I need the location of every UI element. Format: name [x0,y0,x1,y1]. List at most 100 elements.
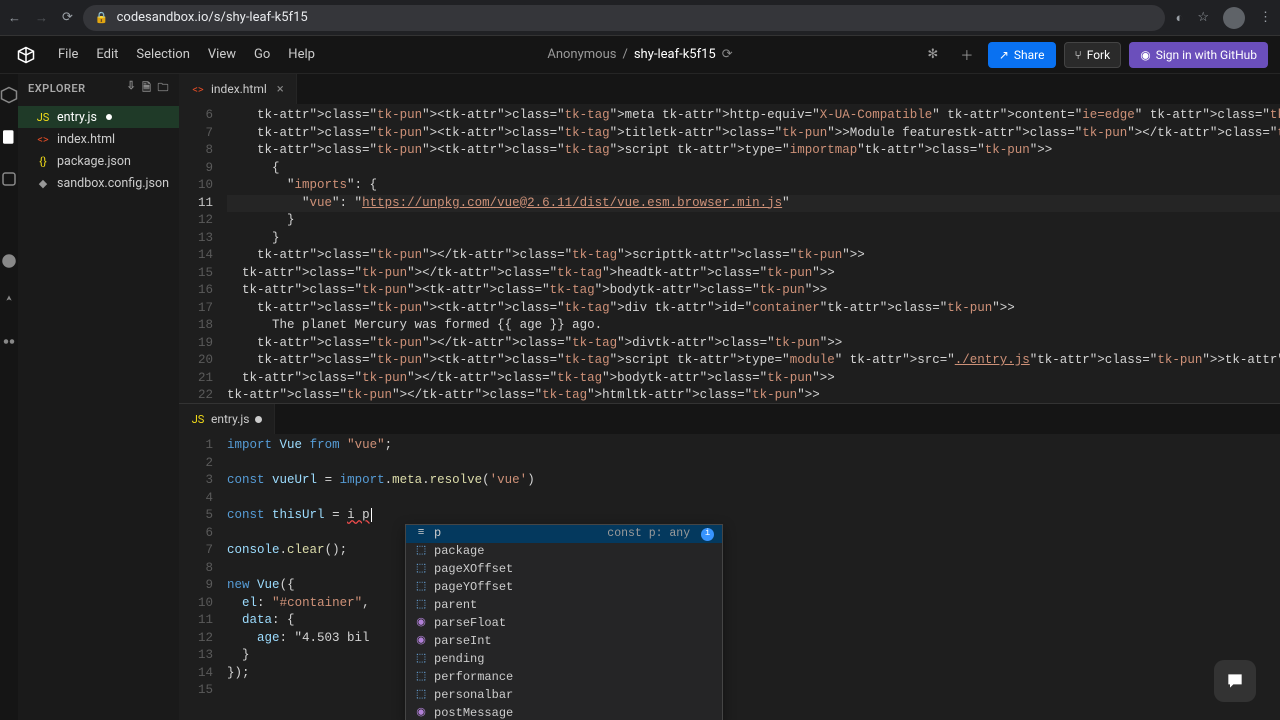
ab-live-icon[interactable] [0,334,18,356]
main-area: EXPLORER ⇩ 🗎 🗀 JSentry.js<>index.html{}p… [0,74,1280,720]
share-button[interactable]: ↗ Share [988,42,1056,68]
github-icon: ◉ [1140,48,1150,62]
modified-dot-icon [255,416,262,423]
ac-kind-icon: ≡ [414,525,428,543]
browser-actions: ◐ ☆ ⋮ [1175,7,1272,29]
menu-bar: File Edit Selection View Go Help [58,47,315,62]
menu-help[interactable]: Help [288,47,315,62]
file-sandbox-config-json[interactable]: ◆sandbox.config.json [18,172,179,194]
file-entry-js[interactable]: JSentry.js [18,106,179,128]
forward-icon[interactable]: → [35,10,48,26]
explorer-title: EXPLORER [28,82,86,95]
file-list: JSentry.js<>index.html {} package.json ◆san… [18,102,179,198]
nav-controls: ← → ⟳ [8,10,73,26]
star-icon[interactable]: ☆ [1197,10,1209,25]
code-editor-bottom[interactable]: 123456789101112131415 import Vue from "v… [179,434,1280,720]
ac-kind-icon: ⬚ [414,561,428,579]
ac-item-parseFloat[interactable]: ◉parseFloat [406,615,722,633]
back-icon[interactable]: ← [8,10,21,26]
url-bar[interactable]: 🔒 codesandbox.io/s/shy-leaf-k5f15 [83,5,1166,31]
ac-kind-icon: ⬚ [414,651,428,669]
browser-bar: ← → ⟳ 🔒 codesandbox.io/s/shy-leaf-k5f15 … [0,0,1280,36]
ac-kind-icon: ◉ [414,705,428,720]
ac-item-package[interactable]: ⬚package [406,543,722,561]
sync-icon[interactable]: ⟳ [722,47,733,62]
plus-icon[interactable]: ＋ [954,42,980,68]
tab-index-html[interactable]: <> index.html × [179,74,297,104]
signin-label: Sign in with GitHub [1156,48,1257,62]
autocomplete-popup[interactable]: ≡pconst p: any i⬚package⬚pageXOffset⬚pag… [405,524,723,720]
sidebar-header: EXPLORER ⇩ 🗎 🗀 [18,74,179,102]
close-icon[interactable]: × [277,82,284,97]
menu-go[interactable]: Go [254,47,270,62]
ac-item-pageXOffset[interactable]: ⬚ pageXOffset [406,561,722,579]
ac-kind-icon: ⬚ [414,579,428,597]
ac-kind-icon: ◉ [414,633,428,651]
ac-kind-icon: ⬚ [414,543,428,561]
editor-area: <> index.html × ⋯ 6789101112131415161718… [179,74,1280,720]
file-name: entry.js [57,110,97,125]
ac-label: performance [434,669,513,687]
ac-label: pageXOffset [434,561,513,579]
editor-pane-top: <> index.html × ⋯ 6789101112131415161718… [179,74,1280,404]
fork-label: Fork [1087,48,1111,62]
info-icon[interactable]: i [701,528,714,541]
ac-item-parent[interactable]: ⬚parent [406,597,722,615]
header-actions: ✻ ＋ ↗ Share ⑂ Fork ◉ Sign in with GitHub [920,42,1268,68]
code-editor-top[interactable]: 67891011121314151617181920212223 tk-attr… [179,104,1280,403]
tab-bar-top: <> index.html × ⋯ [179,74,1280,104]
tab-entry-js[interactable]: JS entry.js [179,404,275,434]
menu-edit[interactable]: Edit [96,47,118,62]
codesandbox-logo-icon[interactable] [12,41,40,69]
html-icon: <> [191,83,205,96]
ac-detail: const p: any i [607,525,714,543]
extension-icon[interactable]: ◐ [1175,10,1183,26]
url-text: codesandbox.io/s/shy-leaf-k5f15 [117,10,308,25]
signin-github-button[interactable]: ◉ Sign in with GitHub [1129,42,1268,68]
ac-item-performance[interactable]: ⬚performance [406,669,722,687]
file-type-icon: {} [36,155,50,168]
ab-deploy-icon[interactable] [1,294,17,314]
new-file-icon[interactable]: 🗎 [142,79,151,98]
modified-dot-icon [106,114,112,120]
activity-bar [0,74,18,720]
tab-bar-bottom: JS entry.js ◫ ▣ ⋯ [179,404,1280,434]
file-package-json[interactable]: {} package.json [18,150,179,172]
fork-button[interactable]: ⑂ Fork [1064,42,1122,68]
chat-bubble-button[interactable] [1214,660,1256,702]
new-folder-icon[interactable]: 🗀 [158,79,170,98]
editor-pane-bottom: JS entry.js ◫ ▣ ⋯ 123456789101112131415 … [179,404,1280,720]
ac-item-pageYOffset[interactable]: ⬚pageYOffset [406,579,722,597]
ab-config-icon[interactable] [0,170,18,192]
ac-item-personalbar[interactable]: ⬚personalbar [406,687,722,705]
ac-kind-icon: ⬚ [414,597,428,615]
reload-icon[interactable]: ⟳ [62,10,73,26]
profile-avatar[interactable] [1223,7,1245,29]
file-name: sandbox.config.json [57,176,169,191]
menu-view[interactable]: View [208,47,236,62]
ac-item-parseInt[interactable]: ◉parseInt [406,633,722,651]
menu-selection[interactable]: Selection [136,47,189,62]
menu-file[interactable]: File [58,47,78,62]
ac-item-postMessage[interactable]: ◉ postMessage [406,705,722,720]
browser-menu-icon[interactable]: ⋮ [1259,10,1272,25]
file-name: package.json [57,154,131,169]
project-name[interactable]: shy-leaf-k5f15 [634,47,716,62]
ab-github-icon[interactable] [0,252,18,274]
ac-kind-icon: ◉ [414,615,428,633]
ac-label: pending [434,651,484,669]
ac-item-p[interactable]: ≡ p const p: any i [406,525,722,543]
js-icon: JS [191,413,205,426]
download-icon[interactable]: ⇩ [126,79,136,98]
settings-icon[interactable]: ✻ [920,42,946,68]
ac-label: p [434,525,441,543]
ab-explorer-icon[interactable] [0,128,18,150]
sidebar: EXPLORER ⇩ 🗎 🗀 JSentry.js<>index.html {} p… [18,74,179,720]
owner-label[interactable]: Anonymous [547,47,616,62]
ab-sandbox-icon[interactable] [0,86,18,108]
share-label: Share [1014,48,1045,62]
file-name: index.html [57,132,115,147]
ac-item-pending[interactable]: ⬚ pending [406,651,722,669]
ac-label: postMessage [434,705,513,720]
file-index-html[interactable]: <>index.html [18,128,179,150]
